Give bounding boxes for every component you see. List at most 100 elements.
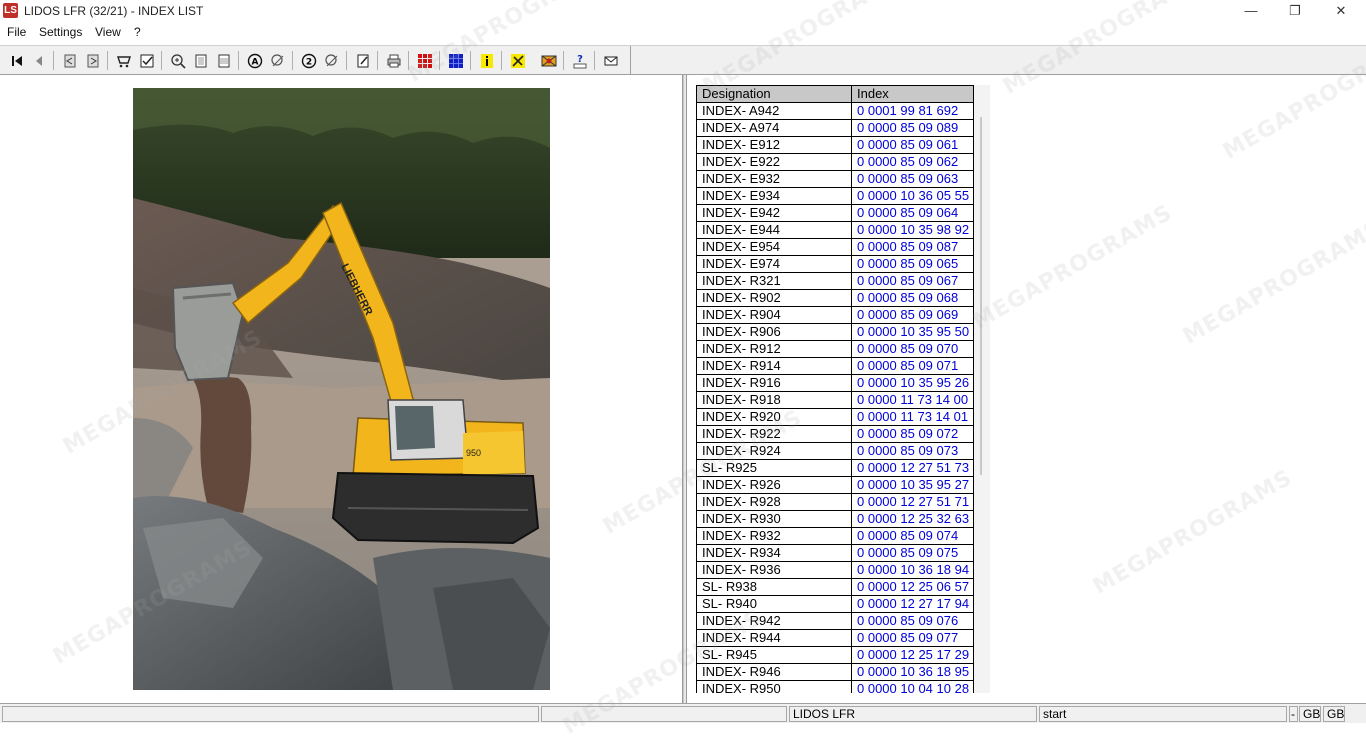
designation-cell[interactable]: INDEX- R932 xyxy=(696,527,852,545)
zoom-in-icon[interactable] xyxy=(168,51,188,70)
designation-cell[interactable]: INDEX- E912 xyxy=(696,136,852,154)
table-row[interactable]: INDEX- R924 0 0000 85 09 073 xyxy=(696,442,974,460)
table-row[interactable]: INDEX- R934 0 0000 85 09 075 xyxy=(696,544,974,562)
index-link[interactable]: 0 0000 11 73 14 01 xyxy=(851,408,974,426)
designation-cell[interactable]: INDEX- R321 xyxy=(696,272,852,290)
forward-page-icon[interactable] xyxy=(83,51,103,70)
table-row[interactable]: SL- R945 0 0000 12 25 17 29 xyxy=(696,646,974,664)
index-link[interactable]: 0 0000 10 35 95 26 xyxy=(851,374,974,392)
close-button[interactable]: ✕ xyxy=(1318,0,1364,23)
table-row[interactable]: INDEX- E974 0 0000 85 09 065 xyxy=(696,255,974,273)
designation-cell[interactable]: INDEX- R914 xyxy=(696,357,852,375)
table-row[interactable]: INDEX- E942 0 0000 85 09 064 xyxy=(696,204,974,222)
cart-icon[interactable] xyxy=(114,51,134,70)
index-link[interactable]: 0 0000 10 35 95 27 xyxy=(851,476,974,494)
designation-cell[interactable]: SL- R925 xyxy=(696,459,852,477)
index-link[interactable]: 0 0000 10 36 18 94 xyxy=(851,561,974,579)
first-icon[interactable] xyxy=(7,51,27,70)
index-link[interactable]: 0 0000 12 25 06 57 xyxy=(851,578,974,596)
designation-cell[interactable]: INDEX- R930 xyxy=(696,510,852,528)
table-row[interactable]: INDEX- R922 0 0000 85 09 072 xyxy=(696,425,974,443)
index-link[interactable]: 0 0000 85 09 070 xyxy=(851,340,974,358)
designation-cell[interactable]: INDEX- R946 xyxy=(696,663,852,681)
designation-cell[interactable]: SL- R938 xyxy=(696,578,852,596)
search-2-icon[interactable]: 2 xyxy=(299,51,319,70)
index-link[interactable]: 0 0000 85 09 065 xyxy=(851,255,974,273)
menu-file[interactable]: File xyxy=(7,25,26,39)
table-row[interactable]: INDEX- R918 0 0000 11 73 14 00 xyxy=(696,391,974,409)
index-link[interactable]: 0 0000 85 09 074 xyxy=(851,527,974,545)
index-link[interactable]: 0 0000 12 27 17 94 xyxy=(851,595,974,613)
designation-cell[interactable]: INDEX- E934 xyxy=(696,187,852,205)
designation-cell[interactable]: INDEX- E954 xyxy=(696,238,852,256)
fit-page-icon[interactable] xyxy=(191,51,211,70)
menu-help[interactable]: ? xyxy=(134,25,141,39)
designation-cell[interactable]: INDEX- R904 xyxy=(696,306,852,324)
flag-icon[interactable] xyxy=(539,51,559,70)
designation-cell[interactable]: INDEX- R916 xyxy=(696,374,852,392)
table-row[interactable]: INDEX- E932 0 0000 85 09 063 xyxy=(696,170,974,188)
index-link[interactable]: 0 0000 12 25 32 63 xyxy=(851,510,974,528)
designation-cell[interactable]: INDEX- R926 xyxy=(696,476,852,494)
designation-cell[interactable]: INDEX- E942 xyxy=(696,204,852,222)
scrollbar-thumb[interactable] xyxy=(980,117,982,475)
index-link[interactable]: 0 0000 85 09 087 xyxy=(851,238,974,256)
mail-icon[interactable] xyxy=(601,51,621,70)
index-link[interactable]: 0 0000 85 09 089 xyxy=(851,119,974,137)
help-icon[interactable]: ? xyxy=(570,51,590,70)
index-link[interactable]: 0 0000 10 35 95 50 xyxy=(851,323,974,341)
designation-cell[interactable]: INDEX- E932 xyxy=(696,170,852,188)
index-link[interactable]: 0 0000 10 36 18 95 xyxy=(851,663,974,681)
table-row[interactable]: INDEX- R932 0 0000 85 09 074 xyxy=(696,527,974,545)
index-link[interactable]: 0 0000 85 09 067 xyxy=(851,272,974,290)
index-link[interactable]: 0 0000 85 09 069 xyxy=(851,306,974,324)
designation-cell[interactable]: INDEX- R944 xyxy=(696,629,852,647)
designation-cell[interactable]: INDEX- A942 xyxy=(696,102,852,120)
search-a-clear-icon[interactable] xyxy=(268,51,288,70)
table-row[interactable]: SL- R938 0 0000 12 25 06 57 xyxy=(696,578,974,596)
index-link[interactable]: 0 0000 85 09 063 xyxy=(851,170,974,188)
back-page-icon[interactable] xyxy=(60,51,80,70)
fit-width-icon[interactable] xyxy=(214,51,234,70)
table-row[interactable]: INDEX- R902 0 0000 85 09 068 xyxy=(696,289,974,307)
table-row[interactable]: INDEX- E954 0 0000 85 09 087 xyxy=(696,238,974,256)
grid-blue-icon[interactable] xyxy=(446,51,466,70)
designation-cell[interactable]: INDEX- R918 xyxy=(696,391,852,409)
designation-cell[interactable]: INDEX- R934 xyxy=(696,544,852,562)
header-designation[interactable]: Designation xyxy=(696,85,852,103)
table-row[interactable]: INDEX- R926 0 0000 10 35 95 27 xyxy=(696,476,974,494)
search-2-clear-icon[interactable] xyxy=(322,51,342,70)
maximize-button[interactable]: ❐ xyxy=(1272,0,1318,23)
table-row[interactable]: INDEX- R946 0 0000 10 36 18 95 xyxy=(696,663,974,681)
table-row[interactable]: INDEX- R920 0 0000 11 73 14 01 xyxy=(696,408,974,426)
index-link[interactable]: 0 0000 85 09 076 xyxy=(851,612,974,630)
table-row[interactable]: INDEX- R914 0 0000 85 09 071 xyxy=(696,357,974,375)
designation-cell[interactable]: INDEX- R950 xyxy=(696,680,852,693)
table-row[interactable]: INDEX- R904 0 0000 85 09 069 xyxy=(696,306,974,324)
table-row[interactable]: INDEX- E934 0 0000 10 36 05 55 xyxy=(696,187,974,205)
index-link[interactable]: 0 0000 85 09 062 xyxy=(851,153,974,171)
grid-red-icon[interactable] xyxy=(415,51,435,70)
menu-view[interactable]: View xyxy=(95,25,121,39)
index-link[interactable]: 0 0000 85 09 072 xyxy=(851,425,974,443)
checklist-icon[interactable] xyxy=(137,51,157,70)
table-row[interactable]: INDEX- E922 0 0000 85 09 062 xyxy=(696,153,974,171)
table-row[interactable]: SL- R925 0 0000 12 27 51 73 xyxy=(696,459,974,477)
table-row[interactable]: INDEX- R950 0 0000 10 04 10 28 xyxy=(696,680,974,693)
designation-cell[interactable]: INDEX- R912 xyxy=(696,340,852,358)
designation-cell[interactable]: INDEX- R906 xyxy=(696,323,852,341)
index-link[interactable]: 0 0000 10 36 05 55 xyxy=(851,187,974,205)
designation-cell[interactable]: INDEX- R920 xyxy=(696,408,852,426)
table-row[interactable]: INDEX- R930 0 0000 12 25 32 63 xyxy=(696,510,974,528)
header-index[interactable]: Index xyxy=(851,85,974,103)
index-link[interactable]: 0 0000 12 27 51 71 xyxy=(851,493,974,511)
index-link[interactable]: 0 0000 10 04 10 28 xyxy=(851,680,974,693)
table-row[interactable]: INDEX- R912 0 0000 85 09 070 xyxy=(696,340,974,358)
search-a-icon[interactable]: A xyxy=(245,51,265,70)
index-link[interactable]: 0 0000 12 27 51 73 xyxy=(851,459,974,477)
table-row[interactable]: INDEX- E912 0 0000 85 09 061 xyxy=(696,136,974,154)
table-row[interactable]: INDEX- R928 0 0000 12 27 51 71 xyxy=(696,493,974,511)
index-link[interactable]: 0 0000 85 09 064 xyxy=(851,204,974,222)
print-icon[interactable] xyxy=(384,51,404,70)
notes-icon[interactable] xyxy=(353,51,373,70)
